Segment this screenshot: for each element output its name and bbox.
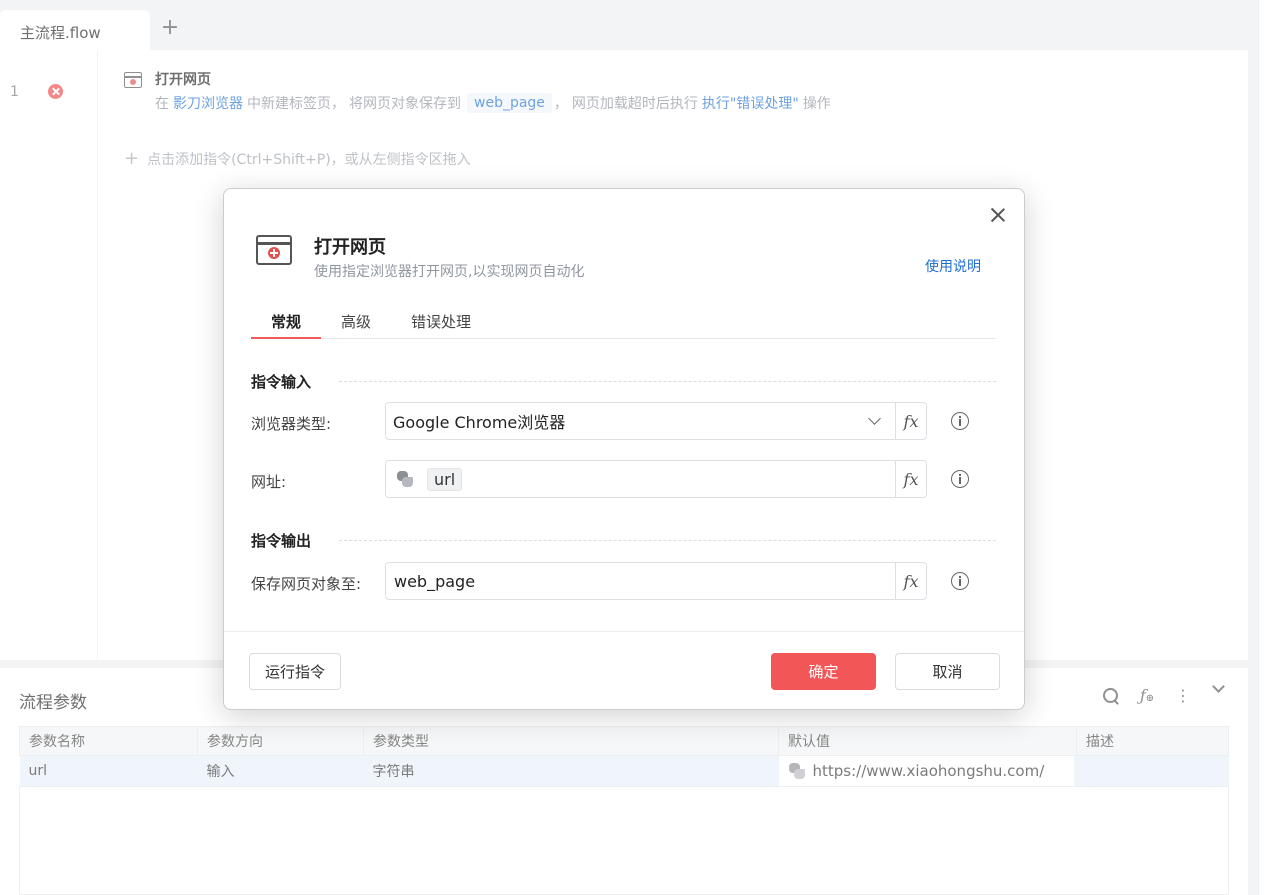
close-icon[interactable] — [990, 207, 1006, 223]
info-icon[interactable] — [951, 572, 969, 590]
save-object-value: web_page — [394, 571, 476, 591]
section-input-label: 指令输入 — [251, 373, 312, 391]
cancel-button[interactable]: 取消 — [895, 653, 1000, 690]
run-command-button[interactable]: 运行指令 — [249, 653, 341, 690]
dialog-title: 打开网页 — [314, 237, 386, 258]
browser-type-value: Google Chrome浏览器 — [393, 413, 566, 432]
browser-window-icon — [256, 235, 292, 265]
chevron-down-icon[interactable] — [868, 412, 881, 425]
info-icon[interactable] — [951, 412, 969, 430]
section-output-label: 指令输出 — [251, 532, 312, 550]
dialog-tabs: 常规 高级 错误处理 — [251, 307, 996, 339]
confirm-button[interactable]: 确定 — [771, 653, 876, 690]
fx-button[interactable]: fx — [895, 461, 926, 497]
open-webpage-dialog: 打开网页 使用指定浏览器打开网页,以实现网页自动化 使用说明 常规 高级 错误处… — [223, 188, 1025, 710]
fx-button[interactable]: fx — [895, 563, 926, 599]
help-link[interactable]: 使用说明 — [925, 256, 981, 276]
python-icon — [397, 471, 413, 487]
browser-type-label: 浏览器类型: — [251, 415, 332, 433]
save-object-input[interactable]: web_page fx — [385, 562, 927, 600]
fx-button[interactable]: fx — [895, 403, 926, 439]
save-object-label: 保存网页对象至: — [251, 575, 362, 593]
dialog-subtitle: 使用指定浏览器打开网页,以实现网页自动化 — [314, 264, 585, 280]
info-icon[interactable] — [951, 470, 969, 488]
url-variable-chip[interactable]: url — [427, 467, 463, 491]
section-input-heading: 指令输入 — [251, 371, 996, 392]
tab-error-handling[interactable]: 错误处理 — [391, 307, 491, 339]
section-output-heading: 指令输出 — [251, 530, 996, 551]
tab-general[interactable]: 常规 — [251, 307, 322, 339]
browser-type-select[interactable]: Google Chrome浏览器 fx — [385, 402, 927, 440]
url-input[interactable]: url fx — [385, 460, 927, 498]
url-value: url — [386, 467, 895, 491]
dialog-footer-divider — [224, 631, 1024, 632]
url-label: 网址: — [251, 473, 287, 491]
tab-advanced[interactable]: 高级 — [321, 307, 391, 339]
